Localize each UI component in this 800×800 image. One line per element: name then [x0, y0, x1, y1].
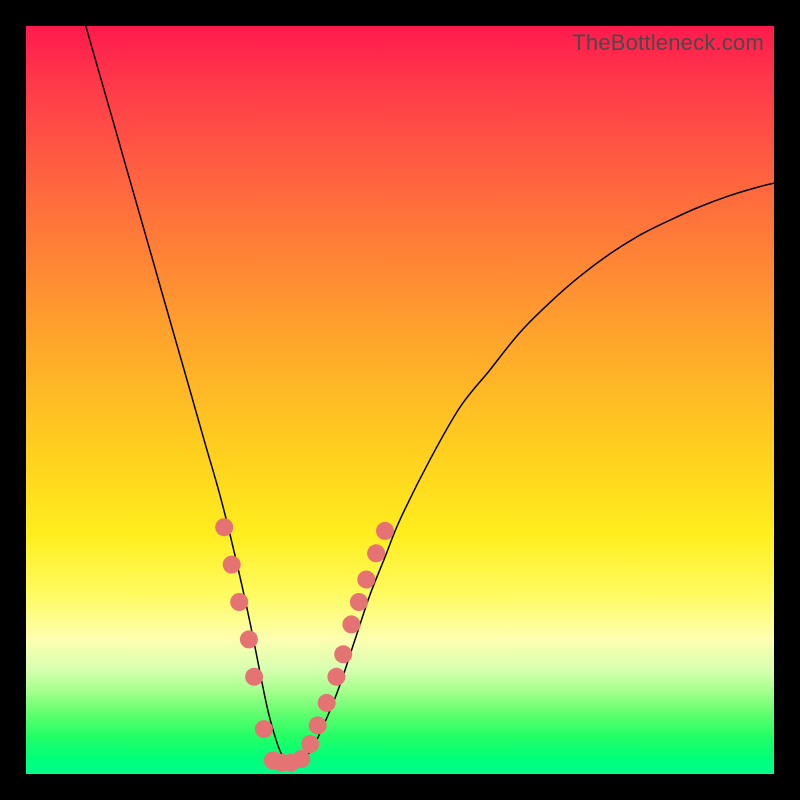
chart-frame: TheBottleneck.com: [0, 0, 800, 800]
data-marker: [376, 522, 394, 540]
data-marker: [215, 518, 233, 536]
data-marker: [240, 630, 258, 648]
bottleneck-curve: [86, 26, 774, 764]
chart-plot-area: TheBottleneck.com: [26, 26, 774, 774]
data-marker: [318, 694, 336, 712]
data-marker: [223, 556, 241, 574]
data-marker: [309, 716, 327, 734]
data-marker: [245, 668, 263, 686]
data-marker: [327, 668, 345, 686]
data-marker: [255, 720, 273, 738]
marker-group: [215, 518, 394, 772]
data-marker: [367, 544, 385, 562]
data-marker: [301, 735, 319, 753]
data-marker: [334, 645, 352, 663]
chart-svg: [26, 26, 774, 774]
data-marker: [357, 571, 375, 589]
data-marker: [350, 593, 368, 611]
data-marker: [342, 615, 360, 633]
data-marker: [230, 593, 248, 611]
